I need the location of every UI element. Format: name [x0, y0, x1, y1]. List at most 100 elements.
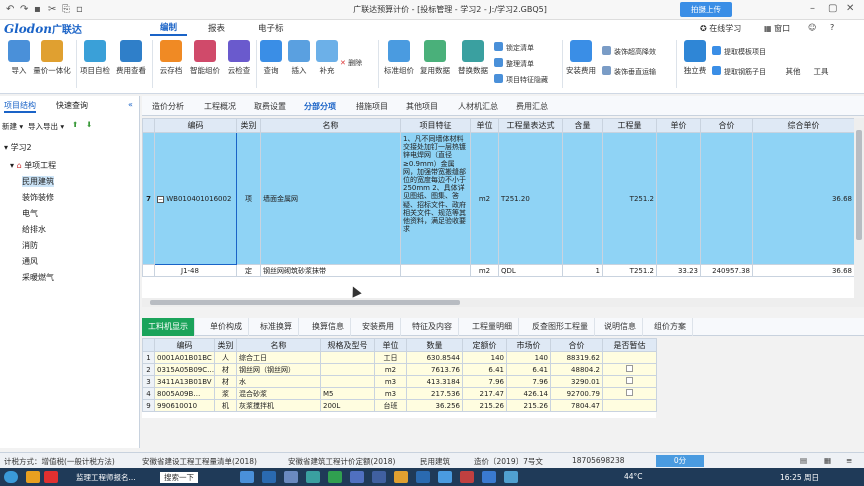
cell-category[interactable]: 人 — [214, 351, 237, 364]
app-icon[interactable] — [394, 471, 408, 483]
app-icon[interactable] — [306, 471, 320, 483]
tab-project-overview[interactable]: 工程概况 — [204, 101, 236, 112]
app-icon[interactable] — [262, 471, 276, 483]
redo-icon[interactable]: ↷ — [20, 4, 28, 15]
cell-unit[interactable]: m2 — [470, 264, 499, 277]
cell-comp-price[interactable]: 36.68 — [752, 264, 854, 277]
app-icon[interactable] — [240, 471, 254, 483]
col-header-quota-price[interactable]: 定额价 — [462, 338, 507, 352]
tree-item-decoration[interactable]: 装饰装修 — [22, 192, 54, 203]
col-header-price[interactable]: 单价 — [656, 118, 701, 133]
table-row[interactable]: J1-48 定 钢丝网砌筑砂浆抹带 m2 QDL 1 T251.2 33.23 … — [142, 264, 854, 277]
tab-conversion-info[interactable]: 换算信息 — [306, 318, 351, 336]
cell-quantity[interactable]: 217.536 — [406, 387, 463, 400]
self-check-button[interactable]: 项目自检 — [76, 40, 114, 76]
horizontal-scrollbar[interactable] — [142, 298, 864, 307]
app-icon[interactable] — [372, 471, 386, 483]
save-icon[interactable]: ▪ — [34, 4, 41, 15]
copy-icon[interactable]: ⎘ — [62, 4, 70, 15]
tab-labor-material-machine[interactable]: 工料机显示 — [142, 318, 195, 336]
cell-content[interactable] — [562, 132, 603, 265]
cell-quantity[interactable]: 630.8544 — [406, 351, 463, 364]
tree-item-civil[interactable]: 民用建筑 — [22, 176, 54, 187]
cell-total[interactable] — [700, 132, 753, 265]
col-header-unit[interactable]: 单位 — [374, 338, 407, 352]
tab-fee-summary[interactable]: 费用汇总 — [516, 101, 548, 112]
cell-code[interactable]: 8005A09B… — [154, 387, 215, 400]
cell-name[interactable]: 综合工日 — [236, 351, 321, 364]
cell-unit[interactable]: m3 — [374, 387, 407, 400]
tab-fee-setting[interactable]: 取费设置 — [254, 101, 286, 112]
app-icon[interactable] — [284, 471, 298, 483]
extract-rebar-button[interactable]: 提取钢筋子目 — [712, 66, 766, 77]
col-header-unit[interactable]: 单位 — [470, 118, 499, 133]
decoration-vertical-button[interactable]: 装饰垂直运输 — [602, 66, 656, 77]
paste-icon[interactable]: ▫ — [76, 4, 83, 15]
cell-spec[interactable]: M5 — [320, 387, 375, 400]
cell-unit[interactable]: 台班 — [374, 399, 407, 412]
user-icon[interactable]: ☺ — [808, 23, 816, 32]
table-row[interactable]: 3 3411A13B01BV 材水 m3 413.3184 7.96 7.96 3290.01 — [142, 375, 657, 388]
app-icon[interactable] — [416, 471, 430, 483]
tab-other-items[interactable]: 其他项目 — [406, 101, 438, 112]
cell-category[interactable]: 材 — [214, 375, 237, 388]
taskbar-search[interactable]: 搜索一下 — [160, 472, 198, 483]
cell-code[interactable]: 990610010 — [154, 399, 215, 412]
table-row[interactable]: 1 0001A01B01BC 人综合工日 工日 630.8544 140 140 88319.… — [142, 351, 657, 364]
tab-quick-query[interactable]: 快速查询 — [56, 100, 88, 111]
cell-feature[interactable]: 1、凡不同墙体材料交接处加钉一层热镀锌电焊网（直径≥0.9mm）金属网，加强带宽… — [400, 132, 471, 265]
maximize-icon[interactable]: ▢ — [828, 3, 837, 14]
move-down-icon[interactable]: ⬇ — [86, 120, 92, 129]
undo-icon[interactable]: ↶ — [6, 4, 14, 15]
move-up-icon[interactable]: ⬆ — [72, 120, 78, 129]
tab-install-fee[interactable]: 安装费用 — [356, 318, 401, 336]
cell-total[interactable]: 3290.01 — [550, 375, 603, 388]
cell-total[interactable]: 7804.47 — [550, 399, 603, 412]
cell-quota-price[interactable]: 217.47 — [462, 387, 507, 400]
provisional-checkbox[interactable] — [626, 377, 633, 384]
provisional-checkbox[interactable] — [626, 365, 633, 372]
install-fee-button[interactable]: 安装费用 — [562, 40, 600, 76]
col-header-total[interactable]: 合价 — [700, 118, 753, 133]
zoom-indicator[interactable]: 0分 — [656, 455, 704, 467]
col-header-quantity[interactable]: 工程量 — [602, 118, 657, 133]
col-header-quantity[interactable]: 数量 — [406, 338, 463, 352]
tree-item-plumbing[interactable]: 给排水 — [22, 224, 46, 235]
cell-market-price[interactable]: 7.96 — [506, 375, 551, 388]
cell-provisional[interactable] — [602, 399, 657, 412]
cell-spec[interactable] — [320, 351, 375, 364]
cell-quantity[interactable]: T251.2 — [602, 264, 657, 277]
cell-market-price[interactable]: 215.26 — [506, 399, 551, 412]
menu-tab-ebid[interactable]: 电子标 — [258, 22, 284, 34]
cell-spec[interactable]: 200L — [320, 399, 375, 412]
delete-button[interactable]: ✕ 删除 — [340, 58, 362, 68]
tree-item-ventilation[interactable]: 通风 — [22, 256, 38, 267]
menu-tab-compile[interactable]: 编制 — [150, 21, 188, 36]
window-menu[interactable]: ▦ 窗口 — [764, 23, 790, 34]
provisional-checkbox[interactable] — [626, 389, 633, 396]
tab-quantity-detail[interactable]: 工程量明细 — [466, 318, 519, 336]
tools-button[interactable]: 工具 — [802, 66, 840, 77]
app-icon[interactable] — [438, 471, 452, 483]
start-icon[interactable] — [4, 471, 18, 483]
col-header-name[interactable]: 名称 — [260, 118, 401, 133]
cell-total[interactable]: 92700.79 — [550, 387, 603, 400]
cell-category[interactable]: 定 — [236, 264, 261, 277]
cell-market-price[interactable]: 6.41 — [506, 363, 551, 376]
cell-code[interactable]: 0315A05B09C… — [154, 363, 215, 376]
cell-unit[interactable]: m3 — [374, 375, 407, 388]
cell-code[interactable]: − WB010401016002 — [154, 132, 237, 265]
cell-feature[interactable] — [400, 264, 471, 277]
table-row[interactable]: 4 8005A09B… 浆混合砂浆 M5 m3 217.536 217.47 426.14 92… — [142, 387, 657, 400]
cell-category[interactable]: 浆 — [214, 387, 237, 400]
cell-quota-price[interactable]: 7.96 — [462, 375, 507, 388]
cell-unit[interactable]: 工日 — [374, 351, 407, 364]
tab-reverse-graphic[interactable]: 反查图形工程量 — [526, 318, 595, 336]
cell-name[interactable]: 灰浆搅拌机 — [236, 399, 321, 412]
tab-standard-conversion[interactable]: 标准换算 — [254, 318, 299, 336]
col-header-content[interactable]: 含量 — [562, 118, 603, 133]
cell-total[interactable]: 48804.2 — [550, 363, 603, 376]
cell-price[interactable] — [656, 132, 701, 265]
tree-item-fire[interactable]: 消防 — [22, 240, 38, 251]
cell-name[interactable]: 钢丝网（钢丝网） — [236, 363, 321, 376]
